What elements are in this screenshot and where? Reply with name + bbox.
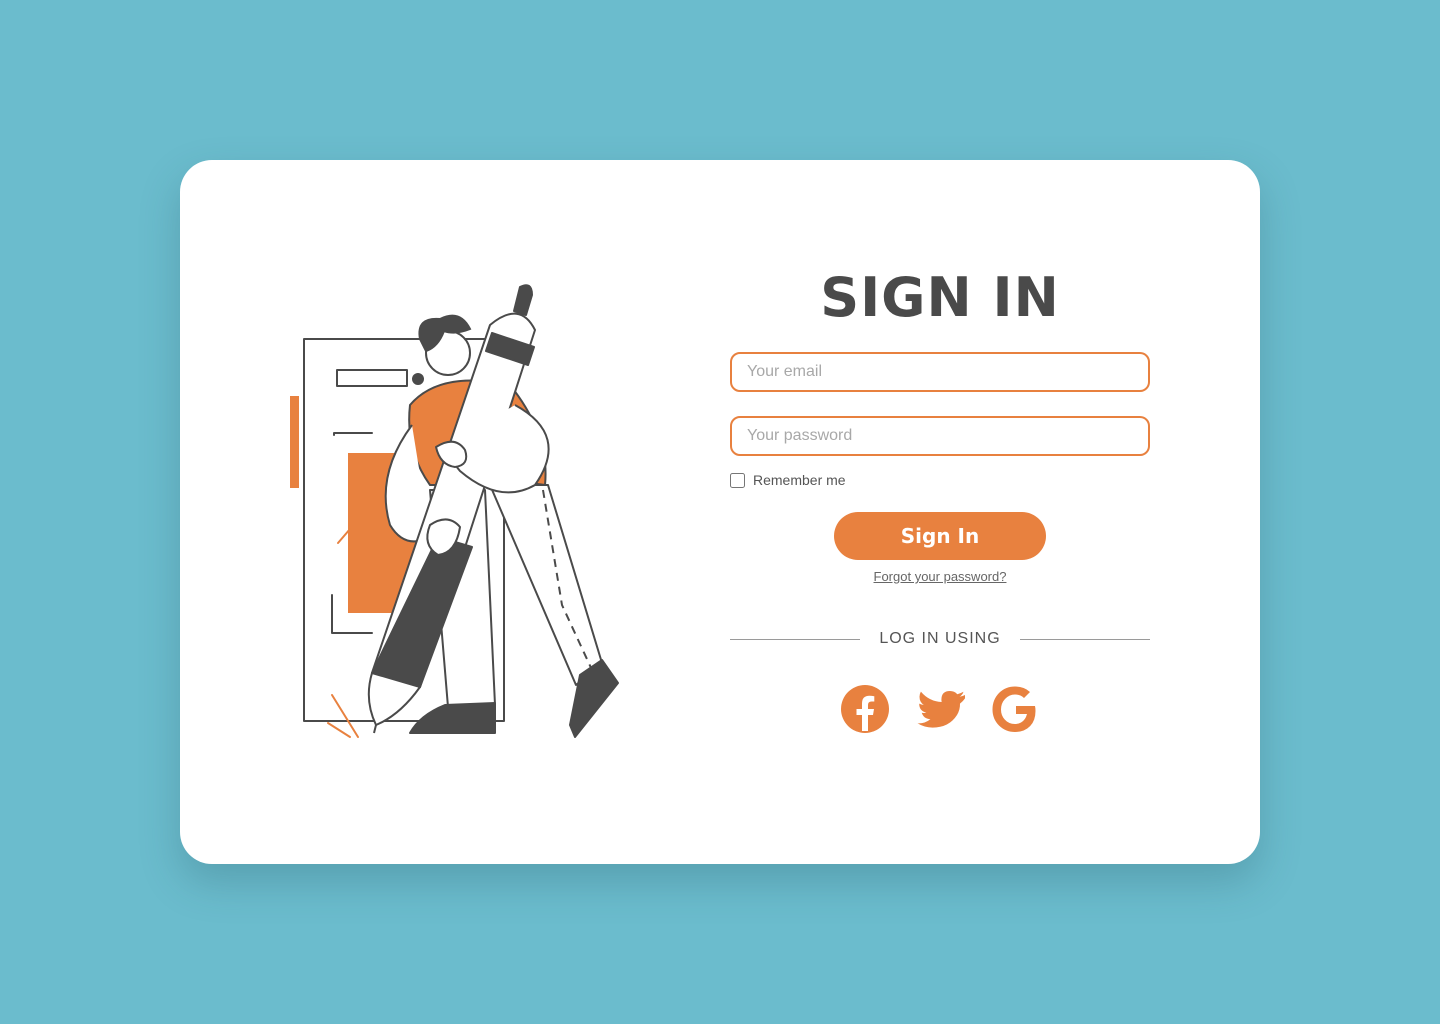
divider-right	[1020, 639, 1150, 640]
divider-left	[730, 639, 860, 640]
remember-me-label: Remember me	[753, 472, 846, 488]
remember-me-control[interactable]: Remember me	[730, 472, 846, 488]
forgot-password-link[interactable]: Forgot your password?	[730, 569, 1150, 584]
divider-label: LOG IN USING	[879, 630, 1001, 647]
page-title: SIGN IN	[820, 266, 1060, 329]
person-with-pen-illustration	[290, 284, 619, 738]
google-icon[interactable]	[990, 684, 1040, 734]
password-field[interactable]	[730, 416, 1150, 456]
facebook-icon[interactable]	[840, 684, 890, 734]
remember-me-checkbox[interactable]	[730, 472, 745, 488]
signin-card: SIGN IN Remember me Sign In Forgot your …	[180, 160, 1260, 864]
email-field[interactable]	[730, 352, 1150, 392]
sign-in-button[interactable]: Sign In	[834, 512, 1046, 560]
twitter-icon[interactable]	[917, 684, 967, 734]
